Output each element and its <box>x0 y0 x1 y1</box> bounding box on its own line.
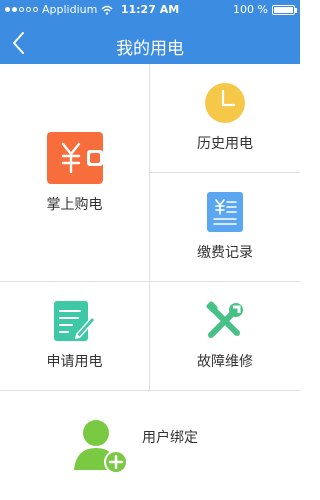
clock-icon <box>205 83 245 123</box>
menu-item-history[interactable]: 历史用电 <box>150 64 300 172</box>
menu-item-repair[interactable]: 故障维修 <box>150 282 300 390</box>
status-bar: Applidium 11:27 AM 100 % <box>0 0 300 20</box>
menu-grid: 掌上购电 历史用电 缴费记录 申请用电 故障维修 用户绑定 <box>0 64 300 500</box>
menu-item-payment-records[interactable]: 缴费记录 <box>150 173 300 281</box>
wallet-yen-icon <box>46 131 103 184</box>
menu-item-bind-user[interactable]: 用户绑定 <box>0 391 300 500</box>
menu-item-label: 缴费记录 <box>197 245 253 261</box>
menu-item-apply-power[interactable]: 申请用电 <box>0 282 149 390</box>
menu-item-label: 用户绑定 <box>142 429 198 446</box>
menu-item-label: 历史用电 <box>197 136 253 152</box>
menu-item-label: 申请用电 <box>46 354 103 370</box>
battery-fill <box>274 6 293 13</box>
add-user-icon <box>74 418 128 474</box>
header: Applidium 11:27 AM 100 % 我的用电 <box>0 0 300 64</box>
receipt-icon <box>207 192 243 232</box>
tools-icon <box>205 301 245 341</box>
menu-item-label: 故障维修 <box>197 354 253 370</box>
form-edit-icon <box>53 301 96 341</box>
menu-item-label: 掌上购电 <box>46 196 103 213</box>
page-title: 我的用电 <box>116 39 184 59</box>
battery-percent: 100 % <box>233 3 268 16</box>
menu-item-buy-power[interactable]: 掌上购电 <box>0 64 149 281</box>
battery-icon <box>272 4 297 15</box>
status-right: 100 % <box>233 3 297 16</box>
